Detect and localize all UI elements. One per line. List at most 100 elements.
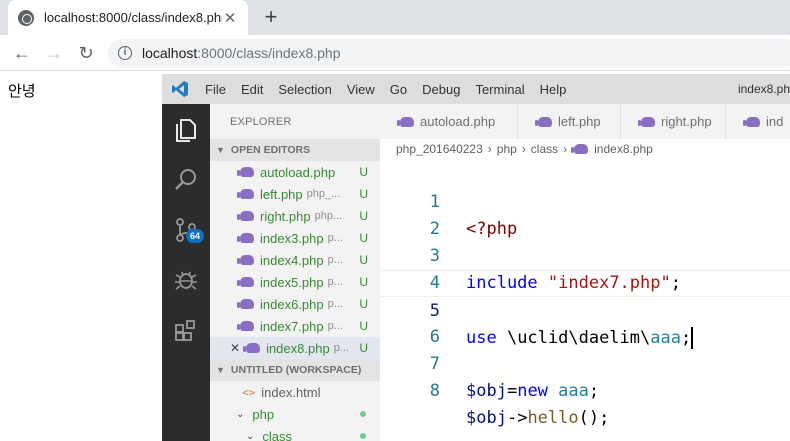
vscode-titlebar: File Edit Selection View Go Debug Termin… <box>162 74 790 104</box>
code-token: new <box>517 381 548 401</box>
git-status: U <box>359 341 368 355</box>
git-status: U <box>359 253 368 267</box>
reload-button[interactable]: ↻ <box>74 41 98 65</box>
php-elephant-icon <box>397 116 414 127</box>
menu-file[interactable]: File <box>205 82 226 97</box>
modified-dot-icon <box>360 411 366 417</box>
open-editor-item[interactable]: index6.php p... U <box>210 293 380 315</box>
editor-tab[interactable]: left.php <box>518 104 621 139</box>
editor-tab[interactable]: right.php <box>621 104 726 139</box>
code-token: -> <box>506 408 528 428</box>
open-editor-item[interactable]: index7.php p... U <box>210 315 380 337</box>
php-elephant-icon <box>638 116 655 127</box>
editor-tab[interactable]: autoload.php <box>380 104 518 139</box>
explorer-sidebar: EXPLORER ▼ OPEN EDITORS autoload.php U l… <box>210 104 380 441</box>
file-name: index3.php <box>260 230 324 246</box>
breadcrumb-item[interactable]: class <box>531 142 558 156</box>
close-icon[interactable]: ✕ <box>230 341 240 355</box>
chevron-down-icon: ⌄ <box>236 408 245 420</box>
search-icon[interactable] <box>172 166 200 194</box>
editor-tab-label: left.php <box>558 114 601 129</box>
breadcrumb: php_201640223 › php › class › index8.php <box>396 142 653 156</box>
file-name: right.php <box>260 208 311 224</box>
code-text: $obj=new aaa; <box>466 378 599 405</box>
php-elephant-icon <box>237 255 254 265</box>
file-path: p... <box>327 254 343 266</box>
menu-edit[interactable]: Edit <box>241 82 263 97</box>
extensions-icon[interactable] <box>172 316 200 344</box>
workspace-header[interactable]: ▼ UNTITLED (WORKSPACE) <box>210 359 380 381</box>
code-line: 7 $obj=new aaa; <box>380 324 790 401</box>
back-button[interactable]: ← <box>10 41 34 65</box>
file-path: p... <box>327 298 343 310</box>
code-token: $obj <box>466 408 507 428</box>
browser-toolbar: ← → ↻ i localhost:8000/class/index8.php <box>0 35 790 71</box>
breadcrumb-item[interactable]: php <box>497 142 517 156</box>
file-path: p... <box>327 320 343 332</box>
chevron-right-icon: › <box>487 142 492 156</box>
menu-terminal[interactable]: Terminal <box>475 82 524 97</box>
file-path: p... <box>327 276 343 288</box>
chevron-right-icon: › <box>563 142 568 156</box>
editor-tab-label: right.php <box>661 114 712 129</box>
open-editor-item[interactable]: index3.php p... U <box>210 227 380 249</box>
php-elephant-icon <box>237 167 254 177</box>
breadcrumb-item[interactable]: index8.php <box>594 142 653 156</box>
line-number: 8 <box>429 381 440 401</box>
editor-tab[interactable]: ind <box>726 104 790 139</box>
code-line: 8 $obj->hello(); <box>380 351 790 428</box>
open-editor-item[interactable]: left.php php_... U <box>210 183 380 205</box>
php-elephant-icon <box>237 211 254 221</box>
address-bar[interactable]: i localhost:8000/class/index8.php <box>108 39 790 67</box>
file-name: index6.php <box>260 296 324 312</box>
file-name: index7.php <box>260 318 324 334</box>
info-icon[interactable]: i <box>118 46 132 60</box>
file-path: p... <box>327 232 343 244</box>
browser-tab[interactable]: localhost:8000/class/index8.php ✕ <box>8 0 248 35</box>
open-editor-item[interactable]: index4.php p... U <box>210 249 380 271</box>
browser-tab-title: localhost:8000/class/index8.php <box>44 10 222 25</box>
files-icon[interactable] <box>172 116 200 144</box>
php-elephant-icon <box>237 277 254 287</box>
file-path: p... <box>333 342 349 354</box>
menu-debug[interactable]: Debug <box>422 82 460 97</box>
open-editors-header[interactable]: ▼ OPEN EDITORS <box>210 139 380 161</box>
php-elephant-icon <box>237 299 254 309</box>
close-icon[interactable]: ✕ <box>222 9 238 27</box>
open-editor-item[interactable]: autoload.php U <box>210 161 380 183</box>
code-line: 1 <?php <box>380 162 790 239</box>
forward-button[interactable]: → <box>42 41 66 65</box>
workspace-folder-item[interactable]: ⌄ php <box>210 403 380 425</box>
git-status: U <box>359 231 368 245</box>
chevron-down-icon: ▼ <box>216 145 225 155</box>
code-token: ; <box>588 381 600 401</box>
file-name: index8.php <box>266 340 330 356</box>
menu-go[interactable]: Go <box>390 82 407 97</box>
code-token: aaa <box>547 381 589 401</box>
file-name: autoload.php <box>260 164 336 180</box>
php-elephant-icon <box>237 189 254 199</box>
editor-area: autoload.php left.php right.php ind php_… <box>380 104 790 441</box>
menu-selection[interactable]: Selection <box>278 82 331 97</box>
workspace-folder-item[interactable]: ⌄ class <box>210 425 380 441</box>
code-token: = <box>506 381 518 401</box>
file-path: php_... <box>306 188 341 200</box>
new-tab-button[interactable]: + <box>258 4 284 30</box>
code-text: $obj->hello(); <box>466 405 609 432</box>
file-name: index4.php <box>260 252 324 268</box>
php-elephant-icon <box>571 144 589 154</box>
open-editor-item[interactable]: index5.php p... U <box>210 271 380 293</box>
breadcrumb-item[interactable]: php_201640223 <box>396 142 483 156</box>
menu-help[interactable]: Help <box>540 82 567 97</box>
browser-tab-strip: localhost:8000/class/index8.php ✕ + <box>0 0 790 35</box>
code-line: 3 include "index7.php"; <box>380 216 790 293</box>
menu-view[interactable]: View <box>347 82 375 97</box>
code-line: 6 <box>380 297 790 347</box>
open-editor-item[interactable]: right.php php... U <box>210 205 380 227</box>
debug-icon[interactable] <box>172 266 200 294</box>
explorer-title: EXPLORER <box>230 116 292 128</box>
url-path: :8000/class/index8.php <box>197 45 341 61</box>
git-status: U <box>359 209 368 223</box>
open-editor-item-active[interactable]: ✕ index8.php p... U <box>210 337 380 359</box>
workspace-file-item[interactable]: <> index.html <box>210 381 380 403</box>
